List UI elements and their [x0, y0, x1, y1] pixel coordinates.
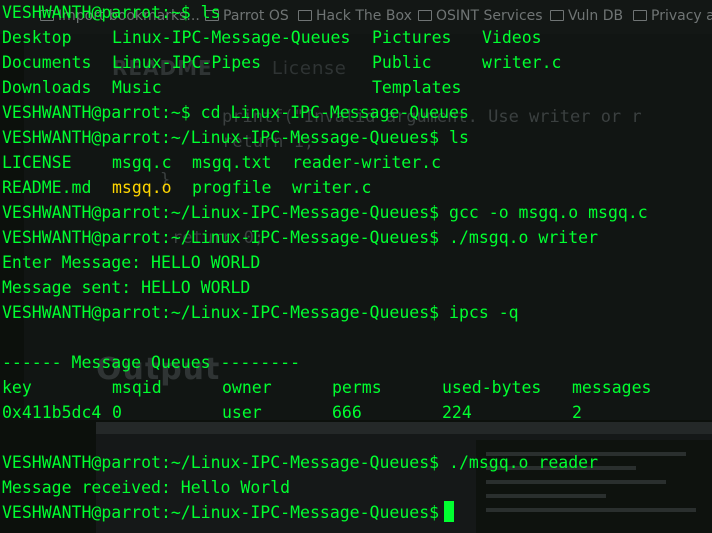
ipcs-data-row: 0x411b5dc4 0 user 666 224 2: [2, 400, 712, 425]
ls-entry: Documents: [2, 53, 92, 72]
ls-entry: Linux-IPC-Message-Queues: [112, 28, 351, 47]
ls-entry: Templates: [372, 78, 462, 97]
text-cursor: [444, 501, 455, 522]
prompt: VESHWANTH@parrot:~/Linux-IPC-Message-Que…: [2, 503, 440, 522]
ipcs-cell: user: [222, 403, 262, 422]
ls-entry: writer.c: [292, 178, 372, 197]
ls-row: Documents Linux-IPC-Pipes Public writer.…: [2, 50, 712, 75]
ipcs-cell: 224: [442, 403, 472, 422]
ls-entry: msgq.txt: [192, 153, 272, 172]
ipcs-header: perms: [332, 378, 382, 397]
ipcs-cell: 0x411b5dc4: [2, 403, 102, 422]
command-line: VESHWANTH@parrot:~/Linux-IPC-Message-Que…: [2, 453, 599, 472]
prompt-line[interactable]: VESHWANTH@parrot:~/Linux-IPC-Message-Que…: [2, 500, 712, 525]
output-line: Message sent: HELLO WORLD: [2, 278, 251, 297]
ls-row: README.md msgq.o progfile writer.c: [2, 175, 712, 200]
ls-entry: Linux-IPC-Pipes: [112, 53, 262, 72]
ls-entry: LICENSE: [2, 153, 72, 172]
terminal[interactable]: VESHWANTH@parrot:~$ ls Desktop Linux-IPC…: [2, 0, 712, 525]
ls-entry: Pictures: [372, 28, 452, 47]
ls-entry: Desktop: [2, 28, 72, 47]
ls-entry-executable: msgq.o: [112, 178, 172, 197]
ls-entry: README.md: [2, 178, 92, 197]
ipcs-cell: 666: [332, 403, 362, 422]
ls-entry: Downloads: [2, 78, 92, 97]
output-line: Message received: Hello World: [2, 478, 291, 497]
ipcs-cell: 0: [112, 403, 122, 422]
output-line: Enter Message: HELLO WORLD: [2, 253, 261, 272]
ipcs-header: owner: [222, 378, 272, 397]
command-line: VESHWANTH@parrot:~$ cd Linux-IPC-Message…: [2, 103, 469, 122]
ipcs-cell: 2: [572, 403, 582, 422]
ls-entry: writer.c: [482, 53, 562, 72]
command-line: VESHWANTH@parrot:~/Linux-IPC-Message-Que…: [2, 228, 599, 247]
ipcs-header: messages: [572, 378, 652, 397]
command-line: VESHWANTH@parrot:~/Linux-IPC-Message-Que…: [2, 128, 469, 147]
ls-row: LICENSE msgq.c msgq.txt reader-writer.c: [2, 150, 712, 175]
command-line: VESHWANTH@parrot:~/Linux-IPC-Message-Que…: [2, 203, 648, 222]
ipcs-header-row: key msqid owner perms used-bytes message…: [2, 375, 712, 400]
ipcs-title: ------ Message Queues --------: [2, 353, 301, 372]
ls-entry: progfile: [192, 178, 272, 197]
command-line: VESHWANTH@parrot:~/Linux-IPC-Message-Que…: [2, 303, 519, 322]
ls-row: Downloads Music Templates: [2, 75, 712, 100]
ipcs-header: used-bytes: [442, 378, 542, 397]
ls-row: Desktop Linux-IPC-Message-Queues Picture…: [2, 25, 712, 50]
command-line: VESHWANTH@parrot:~$ ls: [2, 3, 221, 22]
ls-entry: Public: [372, 53, 432, 72]
screen: Import bookmarks... Parrot OS Hack The B…: [0, 0, 712, 533]
ls-entry: Videos: [482, 28, 542, 47]
ls-entry: reader-writer.c: [292, 153, 442, 172]
ls-entry: msgq.c: [112, 153, 172, 172]
ipcs-header: msqid: [112, 378, 162, 397]
ls-entry: Music: [112, 78, 162, 97]
ipcs-header: key: [2, 378, 32, 397]
